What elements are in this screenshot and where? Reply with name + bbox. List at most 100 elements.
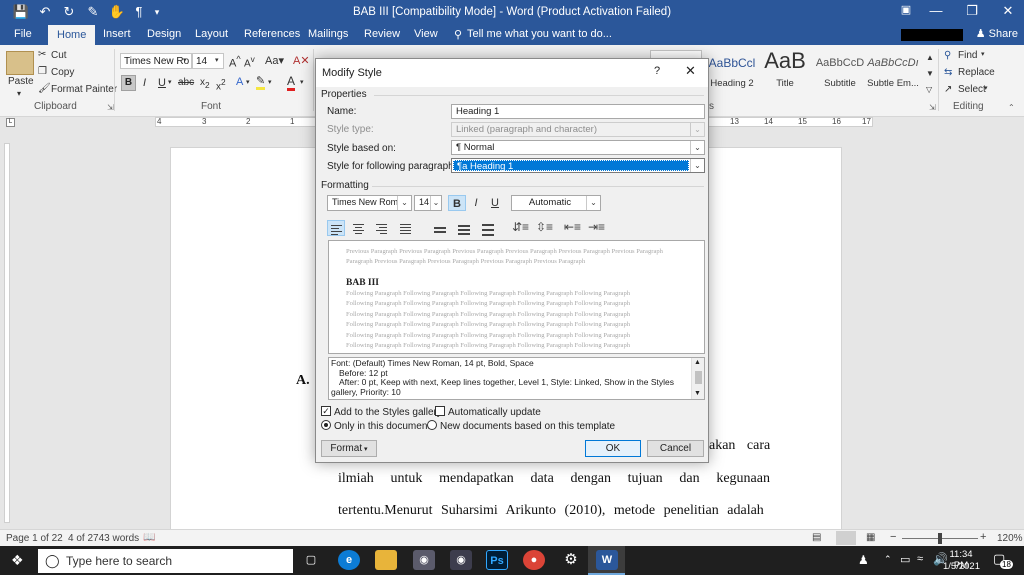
text-effects-dropdown-icon[interactable]: ▾ <box>246 78 250 86</box>
name-input[interactable]: Heading 1 <box>451 104 705 119</box>
tab-selector-icon[interactable]: L <box>6 118 15 127</box>
only-this-document-label[interactable]: Only in this document <box>334 421 430 432</box>
dialog-close-icon[interactable]: ✕ <box>685 63 696 79</box>
dialog-titlebar[interactable]: Modify Style ? ✕ <box>316 59 708 87</box>
close-window-icon[interactable]: ✕ <box>993 3 1023 19</box>
justify-icon[interactable] <box>397 220 415 236</box>
text-effects-icon[interactable]: A <box>236 76 243 88</box>
ribbon-options-icon[interactable]: ▣ <box>891 3 921 16</box>
format-painter-icon[interactable]: 🖌 <box>38 83 51 94</box>
copy-button[interactable]: Copy <box>51 67 74 78</box>
align-center-icon[interactable] <box>350 220 368 236</box>
proofing-icon[interactable]: 📖 <box>143 532 155 543</box>
format-button[interactable]: Format ▾ <box>321 440 377 457</box>
styles-launcher-icon[interactable]: ⇲ <box>929 103 936 112</box>
zoom-level[interactable]: 120% <box>997 533 1023 544</box>
page-count[interactable]: Page 1 of 22 <box>6 533 63 544</box>
tab-design[interactable]: Design <box>147 28 181 40</box>
dialog-help-button[interactable]: ? <box>654 65 660 77</box>
tab-home[interactable]: Home <box>48 25 96 45</box>
select-dropdown-icon[interactable]: ▾ <box>984 84 988 92</box>
chevron-down-icon[interactable]: ⌄ <box>586 196 600 210</box>
style-based-on-select[interactable]: ¶ Normal ⌄ <box>451 140 705 155</box>
underline-dropdown-icon[interactable]: ▾ <box>168 78 172 86</box>
auto-update-label[interactable]: Automatically update <box>448 407 541 418</box>
zoom-out-icon[interactable]: − <box>890 531 896 543</box>
chevron-down-icon[interactable]: ⌄ <box>430 196 441 210</box>
increase-spacing-icon[interactable]: ⇵≡ <box>512 220 529 234</box>
scroll-up-icon[interactable]: ▲ <box>694 358 701 368</box>
ok-button[interactable]: OK <box>585 440 641 457</box>
font-size-select[interactable]: 14 ⌄ <box>414 195 442 211</box>
edge-icon[interactable]: e <box>338 550 360 570</box>
decrease-spacing-icon[interactable]: ⇳≡ <box>536 220 553 234</box>
taskbar-search[interactable]: ◯ Type here to search <box>38 549 293 573</box>
clipboard-launcher-icon[interactable]: ⇲ <box>107 103 114 112</box>
copy-icon[interactable]: ❐ <box>38 66 47 77</box>
grow-font-icon[interactable]: A^ <box>229 54 241 70</box>
scroll-down-icon[interactable]: ▼ <box>694 389 701 399</box>
tab-file[interactable]: File <box>14 28 32 40</box>
only-this-document-radio[interactable] <box>321 420 331 430</box>
shrink-font-icon[interactable]: Av <box>244 54 255 69</box>
font-name-select[interactable]: Times New Roman ⌄ <box>327 195 412 211</box>
tab-insert[interactable]: Insert <box>103 28 131 40</box>
show-hidden-icons-icon[interactable]: ⌃ <box>884 554 892 565</box>
font-size-dropdown-icon[interactable]: ▾ <box>215 56 219 64</box>
find-icon[interactable]: ⚲ <box>944 50 951 61</box>
photoshop-icon[interactable]: Ps <box>486 550 508 570</box>
italic-toggle[interactable]: I <box>467 195 485 211</box>
task-view-icon[interactable]: ▢ <box>300 550 322 570</box>
paste-icon[interactable] <box>6 51 34 75</box>
style-preview-title[interactable]: AaB <box>759 48 811 74</box>
cancel-button[interactable]: Cancel <box>647 440 704 457</box>
scrollbar-thumb[interactable] <box>695 371 702 384</box>
decrease-indent-icon[interactable]: ⇤≡ <box>564 220 581 234</box>
change-case-icon[interactable]: Aa▾ <box>265 54 284 67</box>
style-preview-subtle-emphasis[interactable]: AaBbCcDı <box>866 57 920 69</box>
double-spacing-icon[interactable] <box>479 220 497 236</box>
font-name-box[interactable]: Times New Ro <box>120 53 192 69</box>
settings-icon[interactable]: ⚙ <box>560 550 582 570</box>
strikethrough-icon[interactable]: abc <box>178 77 194 88</box>
add-to-gallery-label[interactable]: Add to the Styles gallery <box>334 407 442 418</box>
cut-icon[interactable]: ✂ <box>38 49 46 60</box>
italic-icon[interactable]: I <box>143 77 146 89</box>
auto-update-checkbox[interactable] <box>435 406 445 416</box>
print-layout-icon[interactable] <box>836 531 856 545</box>
bold-toggle[interactable]: B <box>448 195 466 211</box>
styles-scroll-down-icon[interactable]: ▼ <box>926 69 934 78</box>
find-button[interactable]: Find <box>958 50 977 61</box>
cut-button[interactable]: Cut <box>51 50 67 61</box>
replace-button[interactable]: Replace <box>958 67 995 78</box>
clock-date[interactable]: 1/5/2021 <box>943 561 980 572</box>
one-half-spacing-icon[interactable] <box>455 220 473 236</box>
wifi-icon[interactable]: ≈ <box>917 553 923 565</box>
new-documents-radio[interactable] <box>427 420 437 430</box>
tab-review[interactable]: Review <box>364 28 400 40</box>
styles-scroll-up-icon[interactable]: ▲ <box>926 53 934 62</box>
tab-references[interactable]: References <box>244 28 300 40</box>
single-spacing-icon[interactable] <box>431 220 449 236</box>
align-right-icon[interactable] <box>373 220 391 236</box>
style-preview-heading2[interactable]: AaBbCcl <box>706 56 758 70</box>
web-layout-icon[interactable]: ▦ <box>866 532 875 543</box>
tab-mailings[interactable]: Mailings <box>308 28 348 40</box>
underline-icon[interactable]: U <box>158 77 166 89</box>
style-preview-subtitle[interactable]: AaBbCcD <box>812 57 868 69</box>
people-icon[interactable]: ♟ <box>858 553 869 567</box>
chrome-icon[interactable]: ● <box>523 550 545 570</box>
font-color-select[interactable]: Automatic ⌄ <box>511 195 601 211</box>
align-left-icon[interactable] <box>327 220 345 236</box>
font-name-dropdown-icon[interactable]: ▾ <box>183 56 187 64</box>
superscript-icon[interactable]: x2 <box>216 77 226 92</box>
increase-indent-icon[interactable]: ⇥≡ <box>588 220 605 234</box>
select-button[interactable]: Select <box>958 84 986 95</box>
chevron-down-icon[interactable]: ⌄ <box>690 141 704 154</box>
minimize-icon[interactable]: — <box>921 3 951 18</box>
find-dropdown-icon[interactable]: ▾ <box>981 50 985 58</box>
word-count[interactable]: 4 of 2743 words <box>68 533 139 544</box>
replace-icon[interactable]: ⇆ <box>944 67 952 78</box>
collapse-ribbon-icon[interactable]: ⌃ <box>1008 103 1015 112</box>
format-painter-button[interactable]: Format Painter <box>51 84 117 95</box>
